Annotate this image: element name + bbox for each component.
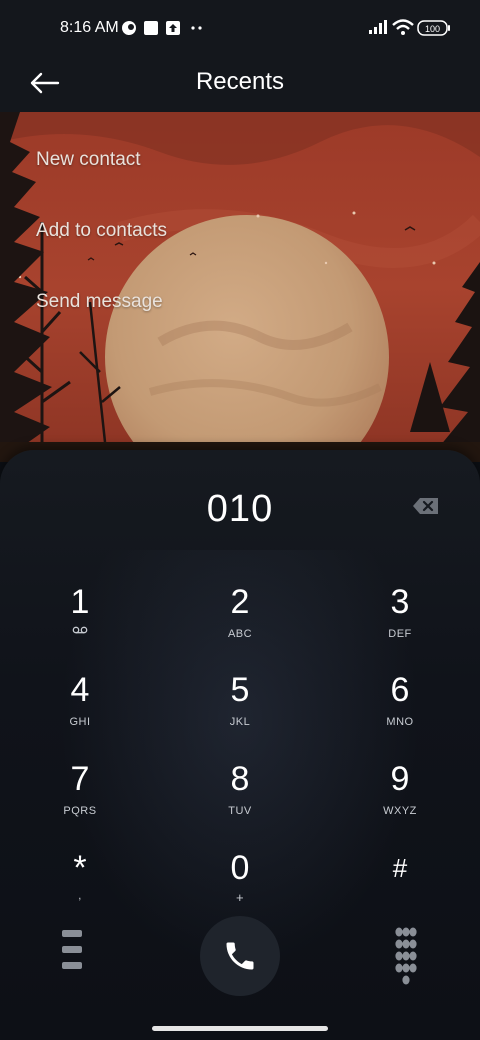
status-time: 8:16 AM bbox=[60, 19, 119, 36]
menu-icon[interactable] bbox=[60, 928, 86, 972]
key-letters: WXYZ bbox=[383, 805, 417, 817]
menu-item-new-contact[interactable]: New contact bbox=[36, 149, 141, 171]
key-8[interactable]: 8 TUV bbox=[180, 761, 300, 841]
wifi-icon bbox=[392, 19, 414, 35]
key-digit: * bbox=[73, 849, 87, 887]
menu-item-add-to-contacts[interactable]: Add to contacts bbox=[36, 220, 167, 242]
key-digit: 5 bbox=[230, 671, 250, 709]
key-letters: PQRS bbox=[63, 805, 97, 817]
key-letters: GHI bbox=[69, 716, 91, 728]
notification-icon bbox=[122, 21, 136, 35]
dialpad-panel: 010 1 2 ABC 3 DEF 4 GHI 5 JKL 6 MNO 7 PQ… bbox=[0, 450, 480, 1040]
key-digit: 9 bbox=[390, 760, 410, 798]
key-letters: TUV bbox=[228, 805, 252, 817]
key-digit: 2 bbox=[230, 583, 250, 621]
key-7[interactable]: 7 PQRS bbox=[20, 761, 140, 841]
key-digit: 0 bbox=[230, 849, 250, 887]
page-title: Recents bbox=[195, 68, 285, 95]
keypad-icon[interactable] bbox=[394, 926, 418, 988]
key-letters: + bbox=[235, 890, 245, 905]
battery-level: 100 bbox=[425, 24, 440, 34]
key-letters: DEF bbox=[388, 628, 412, 640]
key-2[interactable]: 2 ABC bbox=[180, 584, 300, 664]
key-letters: ABC bbox=[227, 628, 253, 640]
key-star[interactable]: * , bbox=[20, 850, 140, 930]
more-dots-icon bbox=[191, 26, 202, 30]
key-digit: 3 bbox=[390, 583, 410, 621]
app-bar: Recents bbox=[0, 56, 480, 112]
key-digit: 4 bbox=[70, 671, 90, 709]
status-bar: 8:16 AM 100 bbox=[0, 0, 480, 56]
key-1[interactable]: 1 bbox=[20, 584, 140, 664]
voicemail-icon bbox=[72, 626, 88, 634]
backspace-icon[interactable] bbox=[412, 496, 440, 516]
upload-icon bbox=[166, 21, 180, 35]
key-5[interactable]: 5 JKL bbox=[180, 672, 300, 752]
key-digit: # bbox=[392, 853, 408, 883]
key-6[interactable]: 6 MNO bbox=[340, 672, 460, 752]
key-hash[interactable]: # bbox=[340, 850, 460, 930]
menu-item-send-message[interactable]: Send message bbox=[36, 291, 163, 313]
battery-icon: 100 bbox=[417, 20, 450, 36]
key-9[interactable]: 9 WXYZ bbox=[340, 761, 460, 841]
call-button[interactable] bbox=[200, 916, 280, 996]
wallpaper-background: New contact Add to contacts Send message bbox=[0, 112, 480, 462]
key-digit: 8 bbox=[230, 760, 250, 798]
home-indicator[interactable] bbox=[152, 1026, 328, 1031]
key-digit: 6 bbox=[390, 671, 410, 709]
key-letters: JKL bbox=[229, 716, 251, 728]
key-4[interactable]: 4 GHI bbox=[20, 672, 140, 752]
key-3[interactable]: 3 DEF bbox=[340, 584, 460, 664]
key-digit: 7 bbox=[70, 760, 90, 798]
square-icon bbox=[144, 21, 158, 35]
signal-icon bbox=[369, 20, 387, 34]
key-letters: MNO bbox=[386, 716, 414, 728]
dialed-number[interactable]: 010 bbox=[0, 488, 480, 531]
phone-icon bbox=[226, 942, 254, 970]
key-letters: , bbox=[78, 890, 82, 902]
key-digit: 1 bbox=[70, 583, 90, 621]
